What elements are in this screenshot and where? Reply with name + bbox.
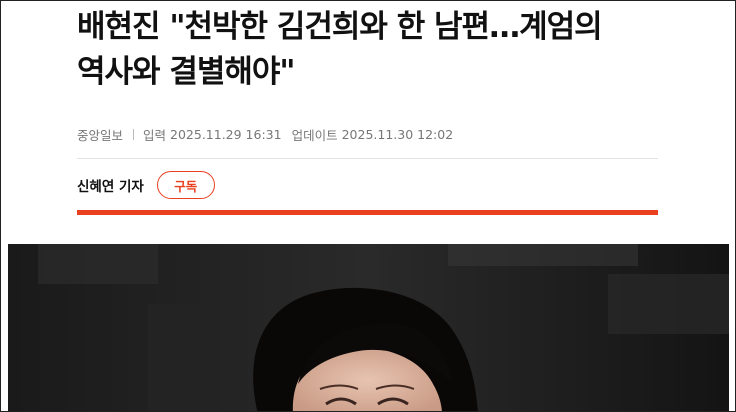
headline-line-2: 역사와 결별해야" (77, 54, 296, 90)
subscribe-button[interactable]: 구독 (156, 171, 215, 199)
headline-line-1: 배현진 "천박한 김건희와 한 남편…계엄의 (77, 9, 603, 45)
byline: 신혜연 기자 구독 (77, 171, 215, 199)
reporter-name[interactable]: 신혜연 기자 (77, 175, 144, 195)
article-meta: 중앙일보 입력 2025.11.29 16:31 업데이트 2025.11.30… (77, 125, 453, 144)
update-time: 2025.11.30 12:02 (341, 127, 454, 142)
update-label: 업데이트 (291, 128, 338, 143)
photo-illustration (8, 244, 729, 411)
article-headline: 배현진 "천박한 김건희와 한 남편…계엄의 역사와 결별해야" (77, 5, 677, 95)
input-label: 입력 (143, 128, 167, 143)
accent-divider (77, 210, 658, 215)
meta-divider (133, 129, 135, 140)
meta-divider-line (77, 158, 658, 159)
article-photo (8, 244, 729, 411)
input-time: 2025.11.29 16:31 (170, 127, 282, 142)
article-page: 배현진 "천박한 김건희와 한 남편…계엄의 역사와 결별해야" 중앙일보 입력… (0, 0, 736, 412)
source-name[interactable]: 중앙일보 (77, 125, 123, 144)
